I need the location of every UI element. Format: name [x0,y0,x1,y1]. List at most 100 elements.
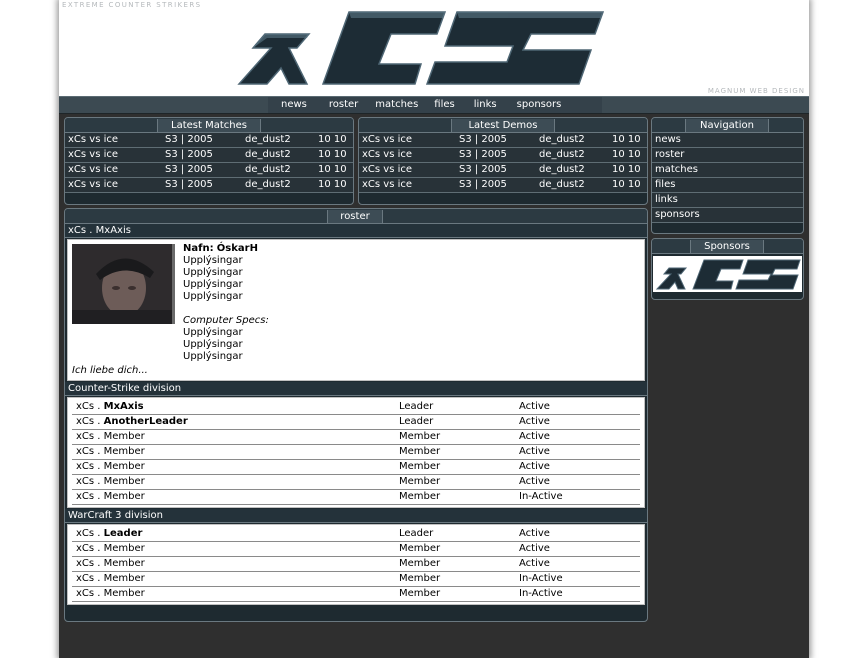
navigation-header: Navigation [652,118,803,133]
latest-demos-header: Latest Demos [359,118,647,133]
spec-line: Upplýsingar [183,339,243,350]
sidebar-item-news[interactable]: news [652,133,803,148]
match-score: 10 10 [318,179,347,190]
specs-label: Computer Specs: [183,315,269,326]
player-profile: Nafn: ÓskarH Upplýsingar Upplýsingar Upp… [67,239,645,381]
latest-matches-title: Latest Matches [157,119,261,132]
match-row[interactable]: xCs vs ice S3 | 2005 de_dust2 10 10 [65,148,353,163]
demo-teams: xCs vs ice [362,134,413,145]
nav-news[interactable]: news [281,97,307,113]
match-map: de_dust2 [245,179,291,190]
member-row[interactable]: xCs . Member Member In-Active [72,572,640,587]
sponsors-panel: Sponsors [651,238,804,300]
demo-map: de_dust2 [539,149,585,160]
sidebar-item-files[interactable]: files [652,178,803,193]
demo-row[interactable]: xCs vs ice S3 | 2005 de_dust2 10 10 [359,133,647,148]
member-name: xCs . Member [76,558,145,569]
member-name: xCs . Member [76,543,145,554]
match-row[interactable]: xCs vs ice S3 | 2005 de_dust2 10 10 [65,133,353,148]
member-role: Member [399,558,441,569]
member-row[interactable]: xCs . Member Member Active [72,430,640,445]
member-row[interactable]: xCs . Leader Leader Active [72,527,640,542]
member-role: Member [399,431,441,442]
sidebar-item-matches[interactable]: matches [652,163,803,178]
nav-matches[interactable]: matches [375,97,418,113]
nav-sponsors[interactable]: sponsors [517,97,562,113]
sidebar-item-roster[interactable]: roster [652,148,803,163]
member-name: xCs . Member [76,573,145,584]
division-list-wc3: xCs . Leader Leader Active xCs . Member … [67,524,645,605]
demo-row[interactable]: xCs vs ice S3 | 2005 de_dust2 10 10 [359,148,647,163]
site-logo[interactable] [231,4,611,92]
member-row[interactable]: xCs . MxAxis Leader Active [72,400,640,415]
info-line: Upplýsingar [183,267,243,278]
member-row[interactable]: xCs . Member Member In-Active [72,587,640,602]
match-season: S3 | 2005 [165,164,213,175]
demo-row[interactable]: xCs vs ice S3 | 2005 de_dust2 10 10 [359,163,647,178]
member-name: xCs . MxAxis [76,401,144,412]
sidebar-item-links[interactable]: links [652,193,803,208]
member-row[interactable]: xCs . Member Member Active [72,460,640,475]
member-role: Member [399,573,441,584]
member-status: In-Active [519,491,563,502]
match-score: 10 10 [318,134,347,145]
member-status: Active [519,401,550,412]
member-role: Member [399,491,441,502]
match-row[interactable]: xCs vs ice S3 | 2005 de_dust2 10 10 [65,163,353,178]
member-role: Leader [399,416,434,427]
member-status: Active [519,528,550,539]
sidebar-item-sponsors[interactable]: sponsors [652,208,803,223]
match-map: de_dust2 [245,134,291,145]
match-row[interactable]: xCs vs ice S3 | 2005 de_dust2 10 10 [65,178,353,193]
demo-season: S3 | 2005 [459,149,507,160]
nav-files[interactable]: files [434,97,454,113]
demo-row[interactable]: xCs vs ice S3 | 2005 de_dust2 10 10 [359,178,647,193]
nav-roster[interactable]: roster [329,97,358,113]
info-line: Upplýsingar [183,279,243,290]
demo-map: de_dust2 [539,134,585,145]
member-row[interactable]: xCs . Member Member Active [72,445,640,460]
demo-teams: xCs vs ice [362,149,413,160]
member-row[interactable]: xCs . Member Member Active [72,475,640,490]
match-teams: xCs vs ice [68,134,119,145]
demo-season: S3 | 2005 [459,179,507,190]
member-name: xCs . Member [76,461,145,472]
top-navbar: news roster matches files links sponsors [59,96,809,114]
member-row[interactable]: xCs . Member Member Active [72,542,640,557]
demo-score: 10 10 [612,134,641,145]
member-status: Active [519,446,550,457]
match-season: S3 | 2005 [165,134,213,145]
top-nav-links: news roster matches files links sponsors [268,97,602,113]
member-role: Member [399,446,441,457]
member-status: Active [519,431,550,442]
match-score: 10 10 [318,164,347,175]
member-status: Active [519,543,550,554]
member-row[interactable]: xCs . Member Member In-Active [72,490,640,505]
member-name: xCs . Member [76,491,145,502]
name-value: ÓskarH [216,243,258,254]
sponsor-logo-icon [655,259,801,290]
demo-teams: xCs vs ice [362,164,413,175]
member-role: Member [399,543,441,554]
spec-line: Upplýsingar [183,351,243,362]
match-season: S3 | 2005 [165,179,213,190]
member-role: Member [399,476,441,487]
sponsor-banner[interactable] [653,256,802,292]
demo-season: S3 | 2005 [459,164,507,175]
match-teams: xCs vs ice [68,164,119,175]
demo-score: 10 10 [612,164,641,175]
member-role: Leader [399,401,434,412]
member-status: Active [519,461,550,472]
member-role: Leader [399,528,434,539]
member-row[interactable]: xCs . Member Member Active [72,557,640,572]
match-map: de_dust2 [245,164,291,175]
member-name: xCs . AnotherLeader [76,416,188,427]
member-status: In-Active [519,573,563,584]
spec-line: Upplýsingar [183,327,243,338]
roster-header: roster [65,209,647,224]
roster-panel: roster xCs . MxAxis Nafn: ÓskarH Upplýsi… [64,208,648,622]
player-photo-image [72,244,172,324]
nav-links[interactable]: links [474,97,497,113]
member-role: Member [399,461,441,472]
member-row[interactable]: xCs . AnotherLeader Leader Active [72,415,640,430]
